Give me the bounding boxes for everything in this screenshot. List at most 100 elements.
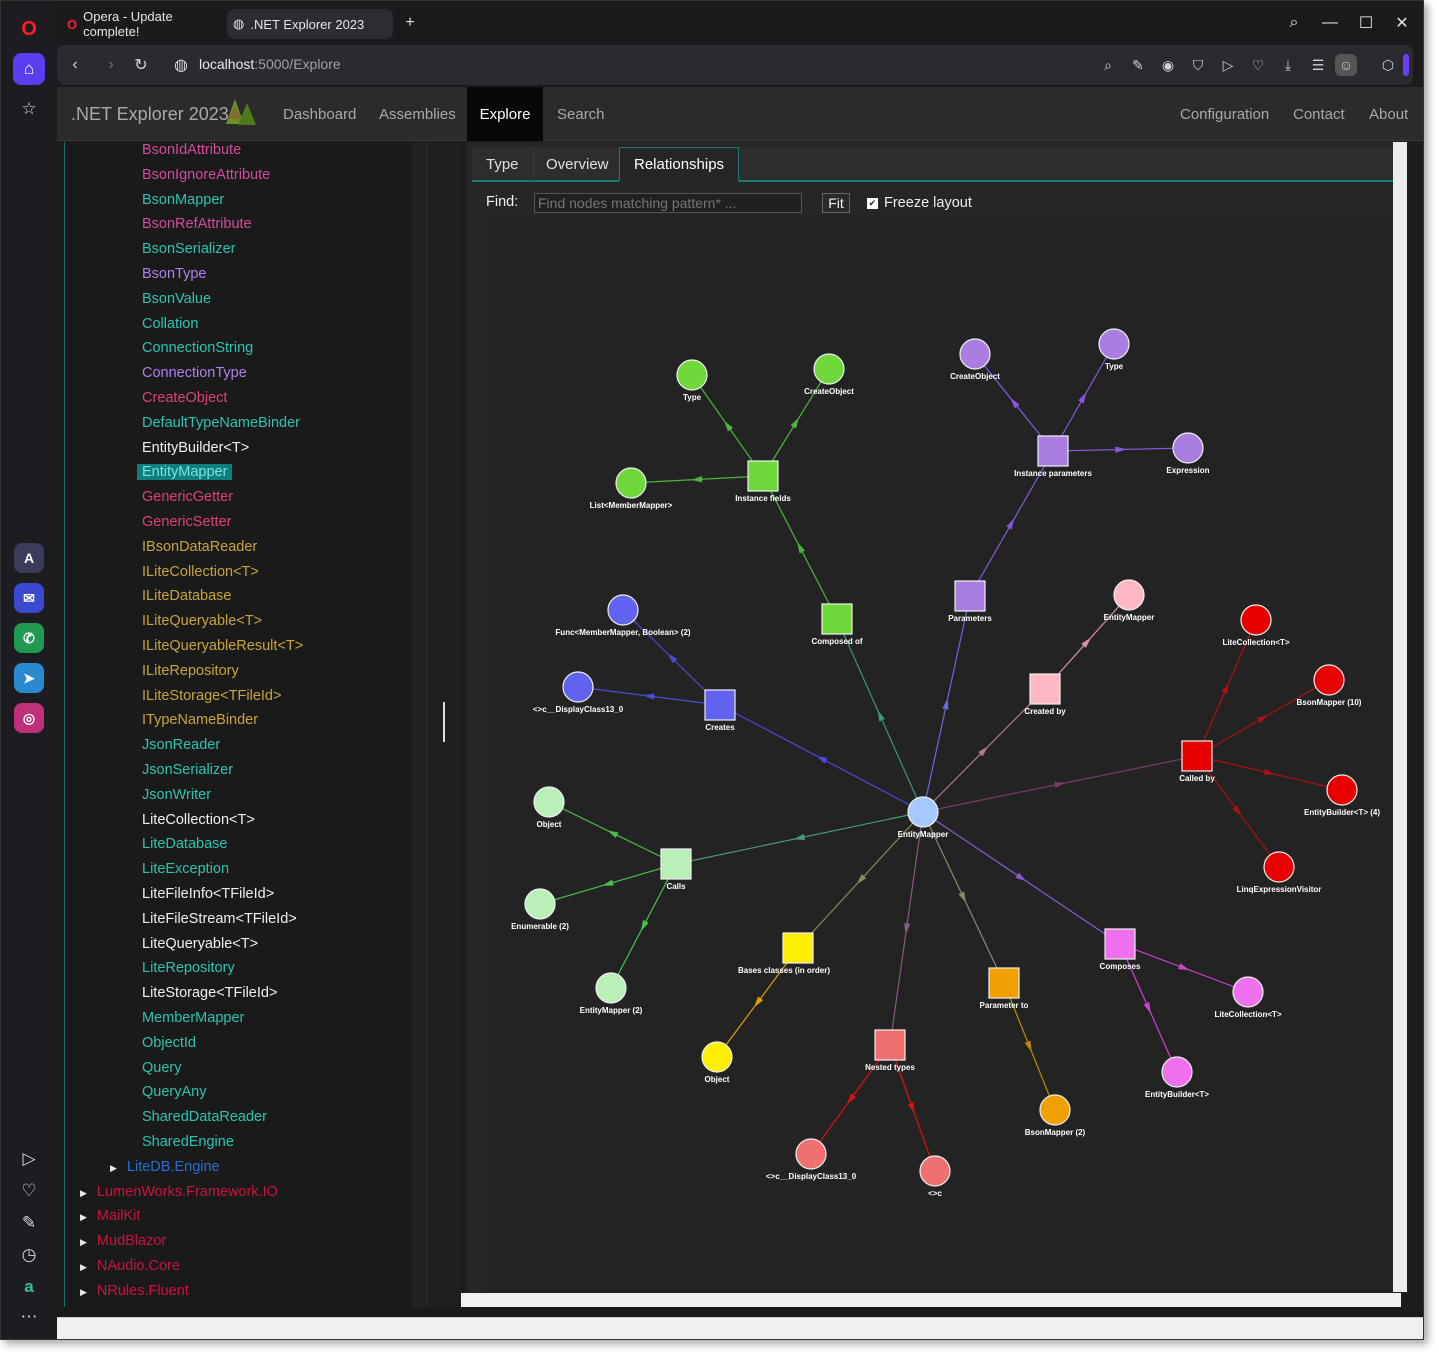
camera-icon[interactable]: ◉	[1157, 54, 1179, 76]
splitter-handle[interactable]	[443, 702, 447, 742]
tree-item[interactable]: GenericSetter	[142, 514, 231, 530]
nav-assemblies[interactable]: Assemblies	[365, 87, 470, 141]
graph-node-group[interactable]	[1104, 928, 1136, 960]
maximize-button[interactable]: ☐	[1351, 9, 1381, 37]
nav-about[interactable]: About	[1355, 87, 1422, 141]
graph-node[interactable]	[533, 786, 565, 818]
nav-explore[interactable]: Explore	[467, 87, 543, 141]
shield-icon[interactable]: ⛉	[1187, 54, 1209, 76]
fit-button[interactable]: Fit	[822, 193, 850, 213]
heart-icon[interactable]: ♡	[1247, 54, 1269, 76]
tree-item[interactable]: ConnectionType	[142, 365, 247, 381]
brand-title[interactable]: .NET Explorer 2023	[71, 104, 229, 125]
content-hscrollbar[interactable]	[461, 1293, 1401, 1307]
tab-type[interactable]: Type	[472, 147, 534, 182]
panel-splitter[interactable]	[427, 142, 461, 1307]
tree-item[interactable]: SharedDataReader	[142, 1109, 267, 1125]
heart-icon[interactable]: ♡	[13, 1175, 45, 1207]
minimize-button[interactable]: —	[1315, 9, 1345, 37]
tab-relationships[interactable]: Relationships	[619, 147, 740, 182]
graph-node[interactable]	[562, 671, 594, 703]
expand-icon[interactable]: ▶	[110, 1163, 117, 1173]
nav-configuration[interactable]: Configuration	[1166, 87, 1283, 141]
tree-item[interactable]: LiteDatabase	[142, 836, 227, 852]
tree-assembly[interactable]: ▶ NRules.Fluent	[80, 1283, 189, 1299]
tree-item[interactable]: BsonRefAttribute	[142, 216, 252, 232]
graph-node-group[interactable]	[988, 967, 1020, 999]
tree-assembly[interactable]: ▶ MudBlazor	[80, 1233, 166, 1249]
graph-node[interactable]	[1326, 774, 1358, 806]
tree-item[interactable]: ILiteQueryableResult<T>	[142, 638, 303, 654]
tree-assembly[interactable]: ▶ NAudio.Core	[80, 1258, 180, 1274]
easy-setup-icon[interactable]: ☰	[1307, 54, 1329, 76]
graph-node[interactable]	[1113, 579, 1145, 611]
graph-node[interactable]	[907, 796, 939, 828]
find-input[interactable]	[534, 193, 802, 213]
tab-overview[interactable]: Overview	[532, 147, 624, 182]
graph-node-group[interactable]	[1181, 740, 1213, 772]
tree-item[interactable]: LiteException	[142, 861, 229, 877]
tree-item[interactable]: JsonSerializer	[142, 762, 233, 778]
sidebar-toggle-icon[interactable]	[1403, 54, 1409, 76]
home-icon[interactable]: ⌂	[13, 53, 45, 85]
graph-node-group[interactable]	[704, 689, 736, 721]
tree-item[interactable]: QueryAny	[142, 1084, 206, 1100]
graph-svg[interactable]: EntityMapper Composed of Instance fields Ty…	[486, 215, 1392, 1292]
content-scrollbar[interactable]	[1393, 142, 1407, 1292]
search-tabs-icon[interactable]: ⌕	[1279, 9, 1309, 37]
instagram-app-icon[interactable]: ◎	[14, 703, 44, 733]
tree-item[interactable]: ILiteQueryable<T>	[142, 613, 262, 629]
pinboard-icon[interactable]: ☆	[13, 93, 45, 125]
tree-item[interactable]: BsonIgnoreAttribute	[142, 167, 270, 183]
tree-item[interactable]: CreateObject	[142, 390, 227, 406]
tree-item[interactable]: JsonReader	[142, 737, 220, 753]
history-icon[interactable]: ◷	[13, 1239, 45, 1271]
new-tab-button[interactable]: +	[395, 9, 425, 37]
send-icon[interactable]: ▷	[1217, 54, 1239, 76]
forward-button[interactable]: ›	[99, 53, 123, 77]
profile-icon[interactable]: ☺	[1335, 54, 1357, 76]
tree-item[interactable]: BsonSerializer	[142, 241, 236, 257]
freeze-layout-toggle[interactable]: ✔ Freeze layout	[867, 195, 972, 211]
tree-item[interactable]: LiteQueryable<T>	[142, 936, 258, 952]
tree-item[interactable]: EntityMapper	[137, 464, 233, 481]
graph-node-group[interactable]	[821, 603, 853, 635]
player-icon[interactable]: ▷	[13, 1143, 45, 1175]
extensions-icon[interactable]: ⬡	[1377, 54, 1399, 76]
graph-node[interactable]	[1313, 664, 1345, 696]
tree-item[interactable]: ILiteRepository	[142, 663, 239, 679]
graph-node[interactable]	[676, 359, 708, 391]
graph-node[interactable]	[607, 594, 639, 626]
graph-node-group[interactable]	[660, 848, 692, 880]
messenger-app-icon[interactable]: ✉	[14, 583, 44, 613]
expand-icon[interactable]: ▶	[80, 1287, 87, 1297]
graph-node[interactable]	[1098, 328, 1130, 360]
tree-item[interactable]: LiteFileInfo<TFileId>	[142, 886, 274, 902]
snapshot-edit-icon[interactable]: ✎	[1127, 54, 1149, 76]
relationship-graph[interactable]: EntityMapper Composed of Instance fields Ty…	[486, 215, 1392, 1292]
graph-node-group[interactable]	[782, 932, 814, 964]
tree-item[interactable]: BsonMapper	[142, 192, 224, 208]
graph-node[interactable]	[919, 1155, 951, 1187]
back-button[interactable]: ‹	[63, 53, 87, 77]
graph-node[interactable]	[1240, 604, 1272, 636]
tree-item[interactable]: LiteCollection<T>	[142, 812, 255, 828]
zoom-icon[interactable]: ⌕	[1097, 54, 1119, 76]
tree-item[interactable]: SharedEngine	[142, 1134, 234, 1150]
graph-node[interactable]	[1161, 1056, 1193, 1088]
aria-icon[interactable]: a	[13, 1271, 45, 1303]
tree-item[interactable]: IBsonDataReader	[142, 539, 257, 555]
graph-node-group[interactable]	[1037, 435, 1069, 467]
graph-node[interactable]	[1039, 1094, 1071, 1126]
more-icon[interactable]: ⋯	[13, 1301, 45, 1333]
tree-item[interactable]: LiteFileStream<TFileId>	[142, 911, 297, 927]
graph-node[interactable]	[595, 972, 627, 1004]
graph-node-group[interactable]	[747, 460, 779, 492]
tree-assembly[interactable]: ▶ MailKit	[80, 1208, 140, 1224]
graph-node[interactable]	[615, 467, 647, 499]
url-field[interactable]: localhost:5000/Explore	[199, 56, 341, 72]
freeze-checkbox[interactable]: ✔	[867, 197, 878, 209]
expand-icon[interactable]: ▶	[80, 1212, 87, 1222]
tree-item[interactable]: Query	[142, 1060, 182, 1076]
graph-node[interactable]	[1232, 976, 1264, 1008]
